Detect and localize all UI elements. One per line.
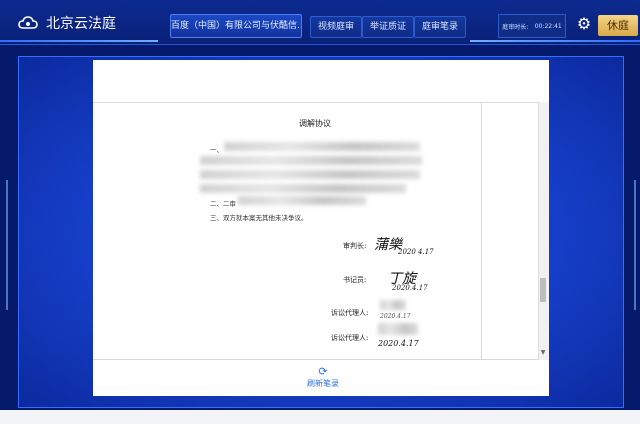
bottom-strip: [0, 410, 640, 424]
signature-date: 2020.4.17: [392, 284, 428, 292]
refresh-icon: ⟳: [318, 365, 328, 378]
signature-date: 2020.4.17: [378, 339, 419, 348]
signature-label: 诉讼代理人:: [331, 309, 369, 317]
case-tab[interactable]: 百度（中国）有限公司与伏酷信...: [170, 14, 302, 38]
recess-button[interactable]: 休庭: [598, 15, 638, 36]
document-page: [93, 102, 482, 360]
scroll-down-arrow-icon[interactable]: ▼: [540, 350, 546, 356]
refresh-record-button[interactable]: ⟳ 刷新笔录: [300, 366, 346, 392]
signature-label: 诉讼代理人:: [331, 334, 369, 342]
signature-label: 审判长:: [343, 242, 367, 250]
signature-label: 书记员:: [343, 276, 367, 284]
timer-value: 00:22:41: [534, 22, 562, 30]
signature-date: 2020 4.17: [398, 248, 434, 256]
redacted-signature: [380, 300, 406, 310]
gear-icon[interactable]: ⚙: [575, 15, 593, 33]
item3-text: 三、双方就本案无其他未决争议。: [210, 214, 308, 222]
item2-prefix: 二、二审: [210, 200, 236, 208]
tab-trial-record[interactable]: 庭审笔录: [414, 16, 466, 38]
header-accent-right: [470, 40, 640, 42]
frame-glow-right: [620, 180, 636, 310]
top-header: 北京云法庭 百度（中国）有限公司与伏酷信... 视频庭审 举证质证 庭审笔录 庭…: [0, 0, 640, 45]
item1-prefix: 一、: [210, 146, 223, 154]
scroll-thumb[interactable]: [540, 278, 546, 302]
redacted-text: [224, 142, 420, 151]
app-title: 北京云法庭: [46, 16, 116, 32]
signature-date: 2020.4.17: [380, 313, 411, 320]
tab-video-trial[interactable]: 视频庭审: [310, 16, 362, 38]
timer-label: 庭审时长:: [502, 23, 529, 31]
cloud-icon: [18, 16, 38, 29]
trial-timer: 庭审时长: 00:22:41: [498, 14, 566, 38]
doc-scrollbar[interactable]: [538, 102, 549, 360]
document-title: 调解协议: [299, 119, 331, 128]
redacted-text: [200, 156, 422, 165]
redacted-text: [200, 184, 406, 193]
app-logo: 北京云法庭: [18, 12, 116, 34]
redacted-text: [200, 170, 420, 179]
frame-glow-left: [6, 180, 22, 310]
redacted-text: [238, 196, 366, 205]
viewer-bottom-divider: [93, 359, 549, 360]
tab-evidence[interactable]: 举证质证: [362, 16, 414, 38]
header-accent-left: [0, 40, 158, 42]
redacted-signature: [378, 323, 418, 335]
refresh-label: 刷新笔录: [307, 379, 339, 388]
